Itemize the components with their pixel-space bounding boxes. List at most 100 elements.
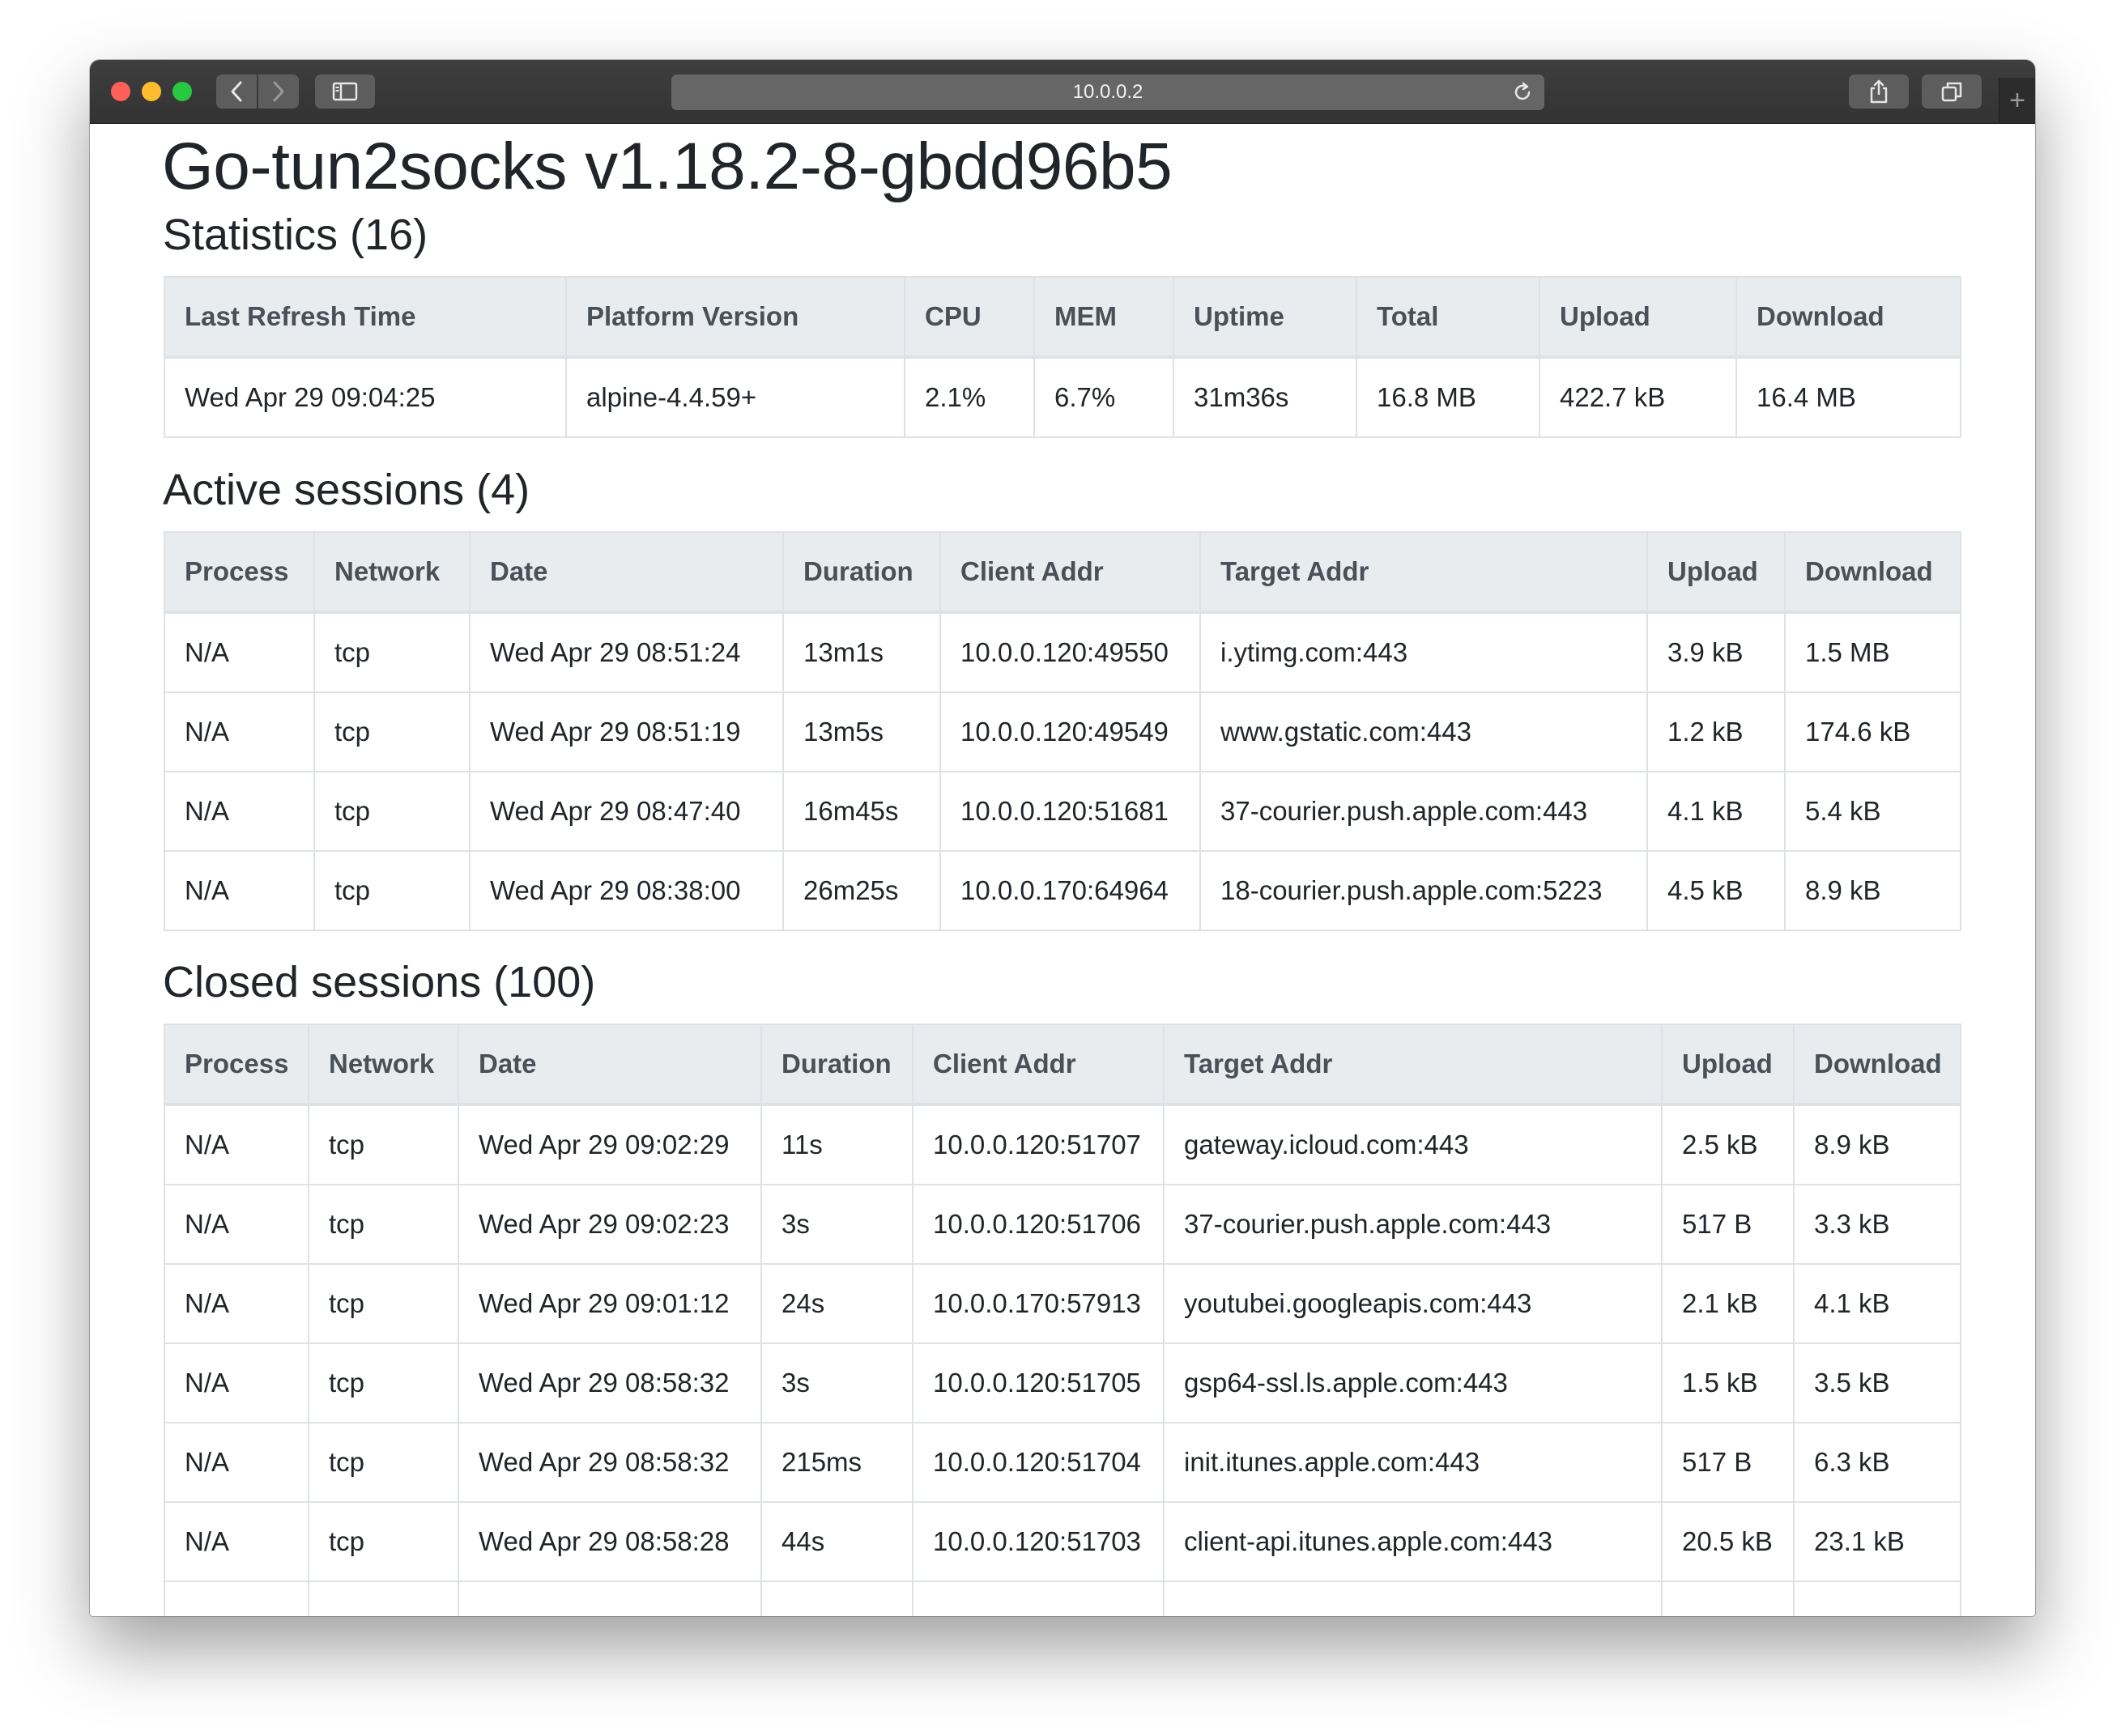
column-header: Date [469, 531, 784, 614]
table-cell: 4.5 kB [1646, 850, 1786, 931]
table-cell: 10.0.0.120:51681 [939, 771, 1201, 852]
table-cell: 23.1 kB [1793, 1501, 1961, 1582]
url-text: 10.0.0.2 [1072, 81, 1143, 103]
table-row: N/A tcp Wed Apr 29 08:38:00 26m25s 10.0.… [164, 850, 1961, 931]
column-header: Download [1735, 276, 1961, 359]
new-tab-button[interactable]: + [1999, 78, 2035, 123]
table-row: N/A tcp Wed Apr 29 08:51:24 13m1s 10.0.0… [164, 611, 1961, 693]
table-cell: Wed Apr 29 08:38:00 [469, 850, 784, 931]
table-cell: 8.9 kB [1793, 1104, 1961, 1185]
table-cell: 44s [760, 1501, 913, 1582]
table-cell: 10.0.0.120:51704 [912, 1422, 1165, 1503]
table-cell: 2.5 kB [1661, 1104, 1795, 1185]
table-cell: tcp [308, 1184, 459, 1265]
table-cell: Wed Apr 29 08:58:32 [458, 1342, 762, 1423]
table-cell: 215ms [760, 1422, 913, 1503]
closed-header-row: Process Network Date Duration Client Add… [164, 1023, 1961, 1106]
column-header: Upload [1539, 276, 1737, 359]
table-cell: Wed Apr 29 08:58:28 [458, 1501, 762, 1582]
share-icon [1870, 79, 1888, 104]
minimize-window-button[interactable] [142, 82, 161, 101]
column-header: Process [164, 531, 315, 614]
table-cell: 13m1s [782, 611, 941, 693]
table-cell: tcp [308, 1263, 459, 1344]
table-cell: N/A [164, 691, 315, 772]
table-cell: 10.0.0.120:51705 [912, 1342, 1165, 1423]
column-header: Client Addr [912, 1023, 1165, 1106]
table-cell [1661, 1581, 1795, 1616]
table-cell: tcp [313, 850, 471, 931]
closed-sessions-table: Process Network Date Duration Client Add… [164, 1023, 1961, 1616]
table-cell: client-api.itunes.apple.com:443 [1163, 1501, 1663, 1582]
column-header: Network [313, 531, 471, 614]
active-sessions-title: Active sessions (4) [163, 466, 530, 514]
table-cell: 10.0.0.120:51706 [912, 1184, 1165, 1265]
close-window-button[interactable] [111, 82, 130, 101]
column-header: Target Addr [1163, 1023, 1663, 1106]
table-cell: 3.3 kB [1793, 1184, 1961, 1265]
table-cell: Wed Apr 29 08:51:19 [469, 691, 784, 772]
browser-window: 10.0.0.2 + Go-tun2socks v1.18.2-8-gbdd96… [90, 60, 2035, 1616]
table-cell: 1.5 MB [1784, 611, 1961, 693]
table-cell [1793, 1581, 1961, 1616]
table-cell [1163, 1581, 1663, 1616]
table-row: N/A tcp Wed Apr 29 08:47:40 16m45s 10.0.… [164, 771, 1961, 852]
column-header: Download [1793, 1023, 1961, 1106]
closed-sessions-title: Closed sessions (100) [163, 958, 596, 1006]
table-row [164, 1581, 1961, 1616]
table-cell: Wed Apr 29 09:01:12 [458, 1263, 762, 1344]
zoom-window-button[interactable] [172, 82, 192, 101]
table-cell: 10.0.0.120:51707 [912, 1104, 1165, 1185]
chevron-right-icon [273, 81, 284, 102]
table-cell: tcp [313, 771, 471, 852]
table-cell: N/A [164, 850, 315, 931]
table-cell: 31m36s [1173, 356, 1357, 438]
table-cell: 10.0.0.170:57913 [912, 1263, 1165, 1344]
table-cell: 20.5 kB [1661, 1501, 1795, 1582]
column-header: Client Addr [939, 531, 1201, 614]
table-cell: 3.9 kB [1646, 611, 1786, 693]
tab-overview-button[interactable] [1922, 74, 1982, 108]
sidebar-icon [332, 82, 358, 101]
column-header: Date [458, 1023, 762, 1106]
table-cell: 2.1% [904, 356, 1035, 438]
column-header: Platform Version [565, 276, 905, 359]
table-cell: Wed Apr 29 08:58:32 [458, 1422, 762, 1503]
column-header: Target Addr [1199, 531, 1648, 614]
table-cell: 3s [760, 1342, 913, 1423]
share-button[interactable] [1849, 74, 1909, 108]
back-button[interactable] [216, 74, 257, 108]
table-cell [164, 1581, 309, 1616]
table-cell: 11s [760, 1104, 913, 1185]
table-row: N/A tcp Wed Apr 29 08:58:28 44s 10.0.0.1… [164, 1501, 1961, 1582]
statistics-table: Last Refresh Time Platform Version CPU M… [164, 276, 1961, 438]
table-cell [458, 1581, 762, 1616]
table-cell: 3.5 kB [1793, 1342, 1961, 1423]
column-header: Process [164, 1023, 309, 1106]
table-cell: 6.7% [1033, 356, 1174, 438]
sidebar-toggle-button[interactable] [315, 74, 375, 108]
table-cell: N/A [164, 611, 315, 693]
table-row: N/A tcp Wed Apr 29 08:51:19 13m5s 10.0.0… [164, 691, 1961, 772]
table-cell: 8.9 kB [1784, 850, 1961, 931]
table-row: N/A tcp Wed Apr 29 09:01:12 24s 10.0.0.1… [164, 1263, 1961, 1344]
table-cell: 10.0.0.120:51703 [912, 1501, 1165, 1582]
table-cell: tcp [313, 691, 471, 772]
chevron-left-icon [231, 81, 242, 102]
forward-button[interactable] [258, 74, 299, 108]
statistics-header-row: Last Refresh Time Platform Version CPU M… [164, 276, 1961, 359]
table-cell: tcp [308, 1104, 459, 1185]
table-cell: alpine-4.4.59+ [565, 356, 905, 438]
table-cell: Wed Apr 29 08:51:24 [469, 611, 784, 693]
column-header: CPU [904, 276, 1035, 359]
table-cell: 37-courier.push.apple.com:443 [1199, 771, 1648, 852]
reload-icon[interactable] [1512, 82, 1533, 103]
table-cell: 517 B [1661, 1422, 1795, 1503]
page-title: Go-tun2socks v1.18.2-8-gbdd96b5 [162, 130, 1173, 203]
table-cell: N/A [164, 771, 315, 852]
address-bar[interactable]: 10.0.0.2 [671, 74, 1544, 110]
table-cell: 18-courier.push.apple.com:5223 [1199, 850, 1648, 931]
table-cell [760, 1581, 913, 1616]
column-header: Upload [1646, 531, 1786, 614]
column-header: Duration [782, 531, 941, 614]
